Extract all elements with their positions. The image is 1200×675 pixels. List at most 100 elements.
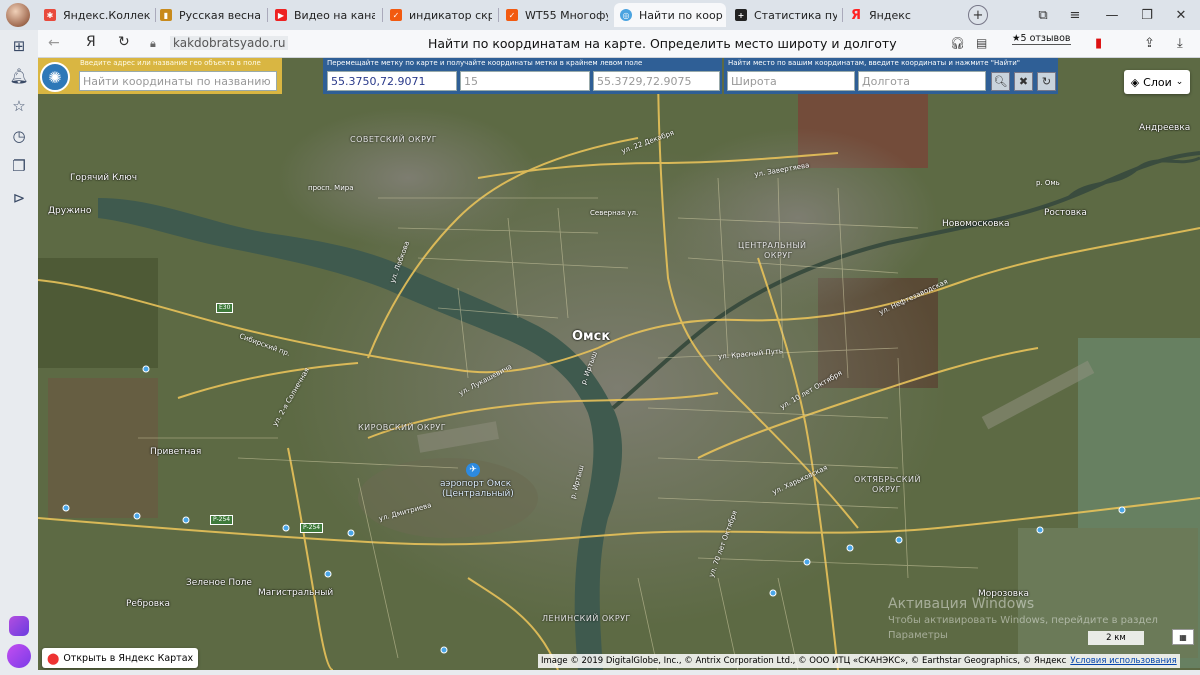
share-icon[interactable]: ⇪: [1144, 36, 1155, 51]
name-search-panel: ✺ Введите адрес или название гео объекта…: [38, 58, 282, 94]
street-label: просп. Мира: [308, 184, 354, 192]
refresh-icon: ↻: [1041, 75, 1052, 88]
play-icon[interactable]: ⊳: [9, 188, 29, 208]
reader-icon[interactable]: ▤: [976, 36, 987, 50]
scale-bar: 2 км: [1088, 631, 1144, 645]
yandex-icon: Я: [850, 7, 861, 23]
reviews-link[interactable]: ★5 отзывов: [1012, 33, 1071, 45]
ruler-icon[interactable]: ▦: [1172, 629, 1194, 645]
open-in-yandex-maps-button[interactable]: ⬤ Открыть в Яндекс Картах: [42, 648, 199, 668]
place-zelenoe-pole: Зеленое Поле: [186, 578, 252, 588]
lock-icon[interactable]: 🔒︎: [150, 37, 156, 51]
services-grid-icon[interactable]: ⊞: [9, 36, 29, 56]
aliexpress-icon: ✓: [506, 9, 518, 21]
download-icon[interactable]: ⤓: [1177, 36, 1183, 51]
statistics-icon: +: [735, 9, 747, 21]
fields-area: [38, 258, 158, 368]
open-label: Открыть в Яндекс Картах: [63, 652, 194, 664]
airport-icon[interactable]: ✈: [466, 463, 480, 477]
close-icon: ✖: [1018, 75, 1029, 88]
name-search-input[interactable]: [79, 71, 277, 91]
minimize-button[interactable]: —: [1101, 4, 1123, 26]
tab-label: WT55 Многофун: [525, 8, 608, 22]
browser-tab-bar: ✱ Яндекс.Коллекции ▮ Русская весна | Т ▶ Ви…: [0, 0, 1200, 30]
place-privetnaya: Приветная: [150, 447, 202, 457]
yandex-collections-icon: ✱: [44, 9, 56, 21]
russkaya-vesna-icon: ▮: [160, 9, 172, 21]
back-icon[interactable]: ←: [48, 35, 60, 51]
zoom-input[interactable]: [460, 71, 590, 91]
tab-indikator[interactable]: ✓ индикатор скры: [390, 3, 492, 27]
tab-separator: [842, 8, 843, 22]
tab-label: Яндекс.Коллекции: [63, 8, 150, 22]
scale-label: 2 км: [1106, 633, 1126, 643]
layers-button[interactable]: ◈ Слои ⌄: [1124, 70, 1190, 94]
satellite-map[interactable]: Горячий Ключ Дружино Омск Приветная Зеле…: [38, 58, 1200, 670]
clear-button[interactable]: ✖: [1014, 72, 1033, 91]
tab-russkaya-vesna[interactable]: ▮ Русская весна | Т: [160, 3, 262, 27]
bookmarks-star-icon[interactable]: ☆: [9, 96, 29, 116]
history-clock-icon[interactable]: ◷: [9, 126, 29, 146]
tab-active-coords[interactable]: ◎Найти по коор✕: [614, 3, 726, 27]
name-search-label: Введите адрес или название гео объекта в…: [80, 59, 261, 67]
road-shield-p254: P-254: [210, 515, 234, 525]
menu-icon[interactable]: ≡: [1064, 4, 1086, 26]
place-omsk: Омск: [572, 329, 611, 344]
road-shield-p254-2: P-254: [300, 523, 324, 533]
profile-avatar[interactable]: [6, 3, 30, 27]
place-rostovka: Ростовка: [1044, 208, 1087, 218]
tabs-manager-icon[interactable]: ⧉: [1032, 4, 1054, 26]
district-oktyabrsky-2: ОКРУГ: [872, 485, 902, 494]
headphones-icon[interactable]: 🎧︎: [950, 36, 965, 50]
layers-label: Слои: [1143, 75, 1172, 89]
city-area: [658, 128, 938, 308]
longitude-input[interactable]: [858, 71, 986, 91]
district-leninsky: ЛЕНИНСКИЙ ОКРУГ: [542, 614, 631, 623]
notifications-bell-icon[interactable]: 🔔︎: [9, 66, 29, 86]
restore-button[interactable]: ❐: [1136, 4, 1158, 26]
close-window-button[interactable]: ✕: [1170, 4, 1192, 26]
tab-statistika[interactable]: + Статистика публ: [735, 3, 837, 27]
page-title: Найти по координатам на карте. Определит…: [428, 36, 897, 51]
refresh-button[interactable]: ↻: [1037, 72, 1056, 91]
place-rebrovka: Ребровка: [126, 599, 170, 609]
chevron-down-icon: ⌄: [1175, 77, 1184, 87]
coords-search-label: Найти место по вашим координатам, введит…: [728, 59, 1020, 67]
tab-yandex[interactable]: Я Яндекс: [850, 3, 960, 27]
district-sovetsky: СОВЕТСКИЙ ОКРУГ: [350, 135, 438, 144]
aliexpress-icon: ✓: [390, 9, 402, 21]
district-oktyabrsky-1: ОКТЯБРЬСКИЙ: [854, 475, 921, 484]
windows-watermark-title: Активация Windows: [888, 596, 1035, 612]
tab-yandex-collections[interactable]: ✱ Яндекс.Коллекции: [44, 3, 150, 27]
marker-coords-input[interactable]: [327, 71, 457, 91]
terms-link[interactable]: Условия использования: [1070, 656, 1176, 666]
marker-instructions: Перемещайте метку по карте и получайте к…: [327, 59, 643, 67]
layers-icon: ◈: [1130, 75, 1140, 89]
site-icon: ◎: [620, 9, 632, 21]
street-label: Северная ул.: [590, 209, 639, 217]
city-area: [278, 108, 538, 248]
url-text[interactable]: kakdobratsyado.ru: [170, 36, 289, 50]
alice-icon[interactable]: [9, 616, 29, 636]
latitude-input[interactable]: [727, 71, 855, 91]
tab-video[interactable]: ▶ Видео на канале: [275, 3, 375, 27]
tab-separator: [498, 8, 499, 22]
place-magistralny: Магистральный: [258, 588, 334, 598]
corner-coords-input[interactable]: [593, 71, 720, 91]
tab-label: Русская весна | Т: [179, 8, 262, 22]
site-logo-icon[interactable]: ✺: [40, 62, 70, 92]
district-central-2: ОКРУГ: [764, 251, 794, 260]
alice-voice-icon[interactable]: [7, 644, 31, 668]
yandex-logo[interactable]: Я: [86, 34, 96, 50]
tab-wt55[interactable]: ✓ WT55 Многофун: [506, 3, 608, 27]
search-button[interactable]: 🔍︎: [991, 72, 1010, 91]
new-tab-button[interactable]: +: [968, 5, 988, 25]
tab-label: Найти по коор: [639, 8, 723, 22]
tab-separator: [382, 8, 383, 22]
bookmark-icon[interactable]: ▮: [1095, 36, 1102, 51]
reload-icon[interactable]: ↻: [118, 34, 130, 50]
place-druzhino: Дружино: [48, 206, 92, 216]
map-attribution: Image © 2019 DigitalGlobe, Inc., © Antri…: [538, 654, 1180, 668]
notes-icon[interactable]: ❐: [9, 156, 29, 176]
place-novomoskovka: Новомосковка: [942, 219, 1010, 229]
